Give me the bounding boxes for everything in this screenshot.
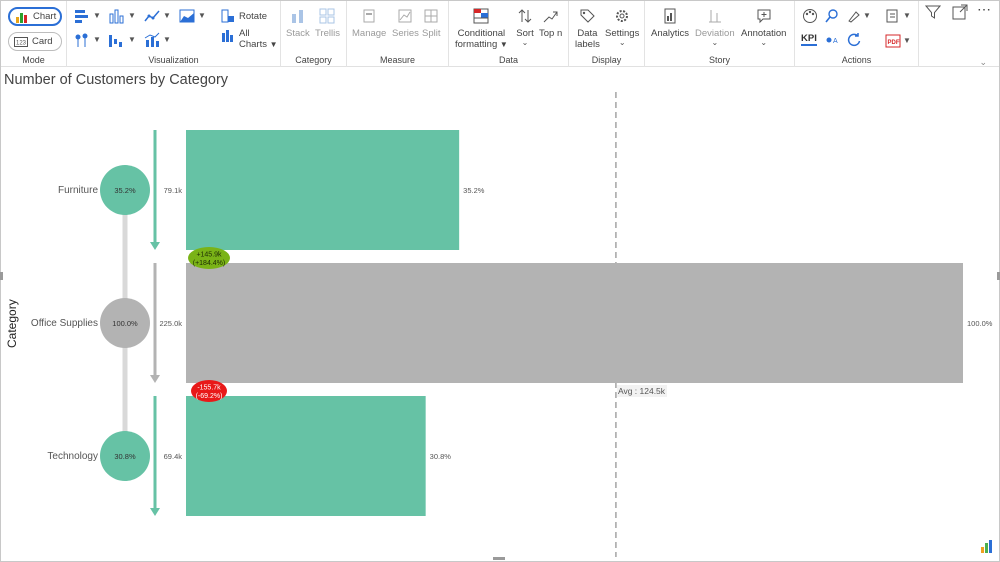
bar-percent-label: 30.8% (430, 452, 452, 461)
delta-percent-label: (+184.4%) (193, 260, 226, 267)
resize-handle-bottom[interactable] (493, 557, 505, 560)
bar-value-label: 69.4k (164, 452, 183, 461)
delta-value-label: -155.7k (197, 385, 221, 392)
bar (186, 263, 963, 383)
average-label: Avg : 124.5k (618, 386, 666, 396)
share-circle-label: 30.8% (114, 452, 136, 461)
bar (186, 396, 426, 516)
bar-value-label: 225.0k (159, 319, 182, 328)
share-circle-label: 100.0% (112, 319, 138, 328)
resize-handle-left[interactable] (0, 272, 3, 280)
category-tick-label: Office Supplies (31, 318, 98, 329)
category-tick-label: Furniture (58, 185, 98, 196)
trend-arrow-head (150, 508, 160, 516)
delta-percent-label: (-69.2%) (196, 393, 223, 400)
bar-value-label: 79.1k (164, 186, 183, 195)
delta-value-label: +145.9k (196, 252, 222, 259)
trend-arrow-head (150, 242, 160, 250)
category-tick-label: Technology (47, 451, 98, 462)
bar-percent-label: 100.0% (967, 319, 993, 328)
brand-logo-icon (981, 540, 992, 553)
chart-plot: 35.2% 79.1k Furniture 35.2% 100.0% 225.0k Offi… (31, 92, 993, 557)
trend-arrow-head (150, 375, 160, 383)
bar (186, 130, 460, 250)
bar-percent-label: 35.2% (463, 186, 485, 195)
share-circle-label: 35.2% (114, 186, 136, 195)
